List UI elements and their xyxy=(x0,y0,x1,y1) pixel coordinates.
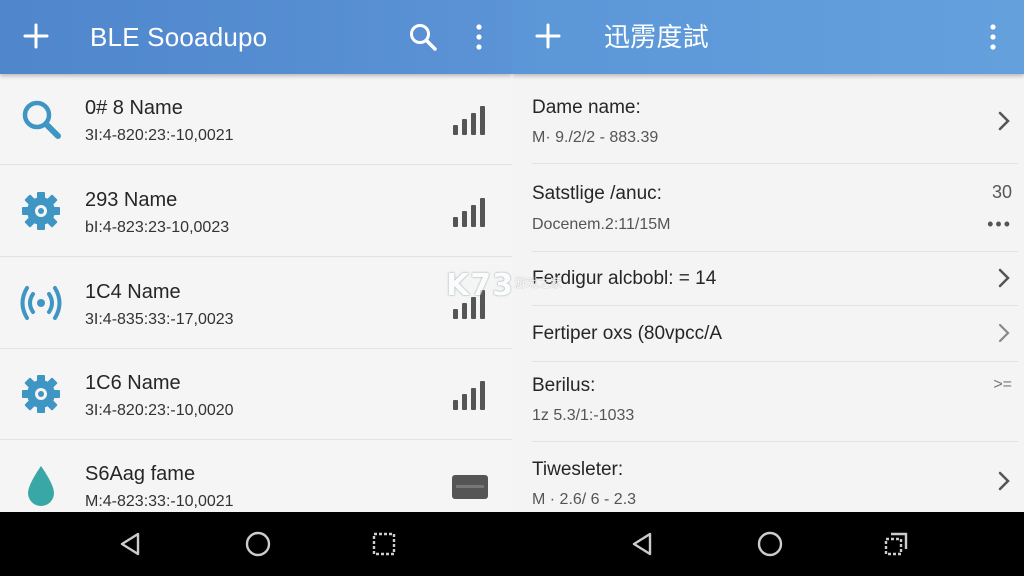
signal-strength-icon xyxy=(453,198,485,227)
navigation-bar xyxy=(0,512,1024,576)
device-name: 0# 8 Name xyxy=(85,97,183,119)
detail-row[interactable]: Fertiper oxs (80vpcc/A xyxy=(532,306,1018,362)
plus-icon[interactable] xyxy=(22,22,50,50)
device-address: M:4-823:33:-10,0021 xyxy=(85,493,234,510)
watermark-subtext: 游戏之家 xyxy=(514,276,563,290)
screen: BLE Sooadupo 0# 8 Name 3I:4-820:23:-10,0… xyxy=(0,0,1024,576)
chevron-right-icon[interactable] xyxy=(996,470,1012,492)
device-address: 3I:4-820:23:-10,0021 xyxy=(85,127,234,144)
detail-row[interactable]: Satstlige /anuc: Docenem.2:11/15M 30 ••• xyxy=(532,164,1018,252)
detail-row[interactable]: Berilus: 1z 5.3/1:-1033 >= xyxy=(532,362,1018,442)
search-icon xyxy=(22,100,61,139)
device-row[interactable]: S6Aag fame M:4-823:33:-10,0021 xyxy=(0,440,512,512)
signal-strength-icon xyxy=(453,381,485,410)
detail-label: Dame name: xyxy=(532,97,641,118)
search-icon[interactable] xyxy=(408,22,438,52)
detail-value: M · 2.6/ 6 - 2.3 xyxy=(532,491,637,508)
more-vert-icon[interactable] xyxy=(474,22,484,52)
detail-label: Berilus: xyxy=(532,375,596,396)
device-address: 3I:4-820:23:-10,0020 xyxy=(85,402,234,419)
detail-trailing-value: >= xyxy=(993,376,1012,393)
chevron-right-icon[interactable] xyxy=(996,110,1012,132)
device-row[interactable]: 1C4 Name 3I:4-835:33:-17,0023 xyxy=(0,258,512,349)
gear-icon xyxy=(22,375,60,413)
watermark-text: K73 xyxy=(446,268,514,303)
recents-icon[interactable] xyxy=(882,530,910,558)
recents-icon[interactable] xyxy=(370,530,398,558)
chevron-right-icon[interactable] xyxy=(996,267,1012,289)
broadcast-icon xyxy=(20,286,62,320)
back-icon[interactable] xyxy=(628,530,656,558)
device-name: 293 Name xyxy=(85,189,178,211)
device-name: 1C4 Name xyxy=(85,281,181,303)
detail-row[interactable]: Dame name: M· 9./2/2 - 883.39 xyxy=(532,74,1018,164)
detail-row[interactable]: Tiwesleter: M · 2.6/ 6 - 2.3 xyxy=(532,442,1018,512)
back-icon[interactable] xyxy=(116,530,144,558)
device-address: bI:4-823:23-10,0023 xyxy=(85,219,230,236)
detail-label: Satstlige /anuc: xyxy=(532,183,662,204)
more-vert-icon[interactable] xyxy=(988,22,998,52)
home-icon[interactable] xyxy=(756,530,784,558)
device-chip-icon xyxy=(452,475,488,499)
right-app-title: 迅雳度試 xyxy=(604,22,709,52)
droplet-icon xyxy=(28,466,54,506)
plus-icon[interactable] xyxy=(534,22,562,50)
device-name: S6Aag fame xyxy=(85,463,196,485)
signal-strength-icon xyxy=(453,106,485,135)
detail-trailing-value: 30 xyxy=(991,182,1012,202)
gear-icon xyxy=(22,192,60,230)
detail-value: Docenem.2:11/15M xyxy=(532,216,671,233)
detail-value: M· 9./2/2 - 883.39 xyxy=(532,129,659,146)
device-name: 1C6 Name xyxy=(85,372,181,394)
right-app-bar: 迅雳度試 xyxy=(512,0,1024,74)
detail-row[interactable]: Ferdigur alcbobl: = 14 xyxy=(532,252,1018,306)
right-pane: 迅雳度試 Dame name: M· 9./2/2 - 883.39 Satst… xyxy=(512,0,1024,512)
more-horiz-icon[interactable]: ••• xyxy=(987,214,1012,235)
left-app-title: BLE Sooadupo xyxy=(90,22,268,52)
chevron-right-icon[interactable] xyxy=(996,322,1012,344)
watermark-logo: K73 游戏之家 xyxy=(446,268,576,308)
device-row[interactable]: 1C6 Name 3I:4-820:23:-10,0020 xyxy=(0,349,512,440)
detail-label: Fertiper oxs (80vpcc/A xyxy=(532,323,723,344)
left-pane: BLE Sooadupo 0# 8 Name 3I:4-820:23:-10,0… xyxy=(0,0,512,512)
device-row[interactable]: 293 Name bI:4-823:23-10,0023 xyxy=(0,166,512,257)
device-row[interactable]: 0# 8 Name 3I:4-820:23:-10,0021 xyxy=(0,74,512,165)
left-app-bar: BLE Sooadupo xyxy=(0,0,512,74)
home-icon[interactable] xyxy=(244,530,272,558)
device-address: 3I:4-835:33:-17,0023 xyxy=(85,311,234,328)
detail-label: Tiwesleter: xyxy=(532,459,624,480)
detail-value: 1z 5.3/1:-1033 xyxy=(532,407,635,424)
